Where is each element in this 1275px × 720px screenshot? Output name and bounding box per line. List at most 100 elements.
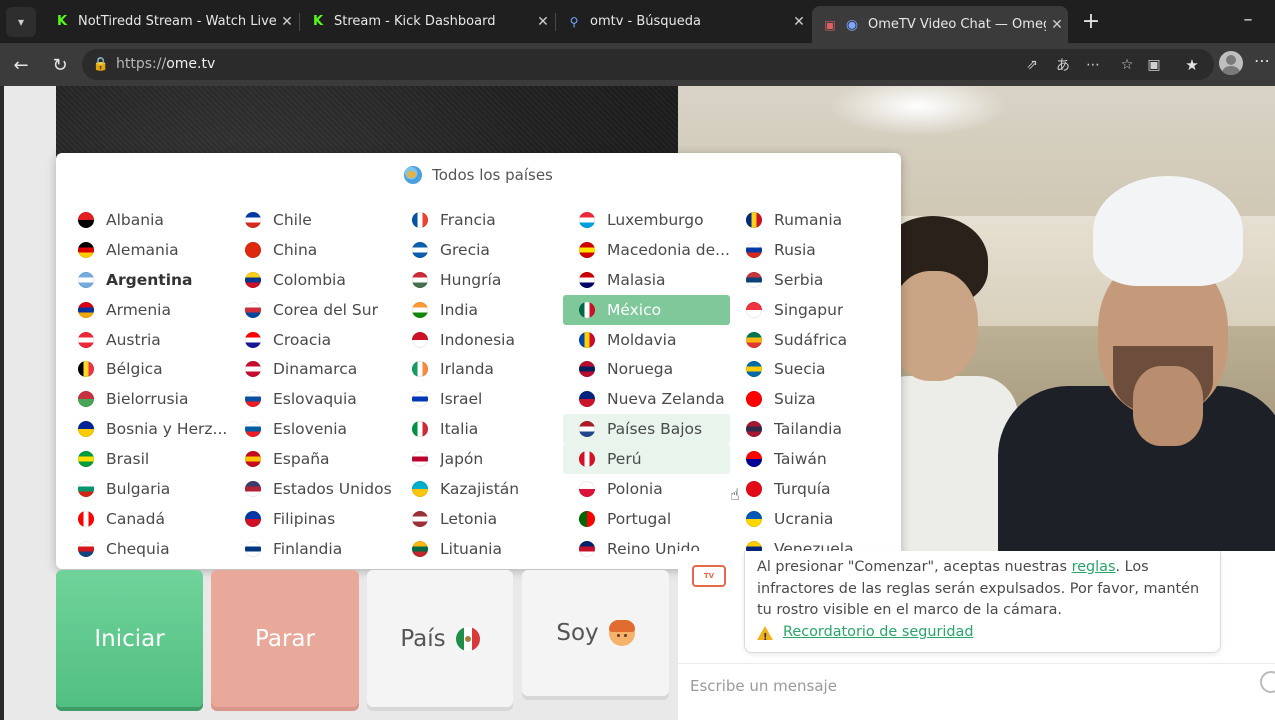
country-option[interactable]: Dinamarca [229, 354, 396, 384]
country-option[interactable]: Malasia [563, 265, 730, 295]
country-option[interactable]: Irlanda [396, 354, 563, 384]
tab-close-icon[interactable]: ✕ [788, 14, 810, 30]
country-option[interactable]: Luxemburgo [563, 205, 730, 235]
translate-icon[interactable]: あ [1052, 54, 1074, 76]
country-option[interactable]: Indonesia [396, 325, 563, 355]
country-option[interactable]: Rumania [730, 205, 897, 235]
browser-toolbar: ← ↻ 🔒 https://ome.tv ⇗ あ ⋯ ☆ ▣ ★ ⋯ [0, 43, 1275, 86]
tab-kick-dashboard[interactable]: K Stream - Kick Dashboard ✕ [300, 5, 554, 38]
country-option[interactable]: Rusia [730, 235, 897, 265]
country-option[interactable]: Ucrania [730, 504, 897, 534]
country-flag-icon [412, 451, 428, 468]
country-option[interactable]: Perú [563, 444, 730, 475]
country-option[interactable]: Colombia [229, 265, 396, 295]
country-option[interactable]: Serbia [730, 265, 897, 295]
country-option[interactable]: Turquía [730, 474, 897, 504]
settings-more-icon[interactable]: ⋯ [1254, 51, 1270, 70]
more-tools-icon[interactable]: ⋯ [1082, 54, 1104, 76]
country-option[interactable]: Sudáfrica [730, 325, 897, 355]
url-text[interactable]: https://ome.tv [116, 56, 215, 72]
country-option[interactable]: Polonia [563, 474, 730, 504]
new-tab-plus-icon[interactable]: + [1078, 8, 1104, 34]
country-option[interactable]: Macedonia de... [563, 235, 730, 265]
reload-icon[interactable]: ↻ [47, 52, 73, 78]
country-option[interactable]: Grecia [396, 235, 563, 265]
country-option[interactable]: Bosnia y Herz... [62, 414, 229, 444]
tab-close-icon[interactable]: ✕ [532, 14, 554, 30]
country-option[interactable]: Noruega [563, 354, 730, 384]
favorite-star-icon[interactable]: ☆ [1116, 54, 1138, 76]
country-option[interactable]: Croacia [229, 325, 396, 355]
country-option[interactable]: Armenia [62, 295, 229, 325]
country-option[interactable]: Finlandia [229, 534, 396, 564]
message-input[interactable]: Escribe un mensaje [678, 663, 1275, 707]
country-option[interactable]: Canadá [62, 504, 229, 534]
country-option[interactable]: Estados Unidos [229, 474, 396, 504]
all-countries-option[interactable]: Todos los países [56, 153, 901, 197]
country-option[interactable]: Taiwán [730, 444, 897, 474]
country-option[interactable]: Kazajistán [396, 474, 563, 504]
country-option[interactable]: Filipinas [229, 504, 396, 534]
country-option[interactable]: Austria [62, 325, 229, 355]
country-option[interactable]: Hungría [396, 265, 563, 295]
country-option[interactable]: Japón [396, 444, 563, 474]
profile-avatar[interactable] [1219, 51, 1243, 75]
country-option[interactable]: Moldavia [563, 325, 730, 355]
tab-close-icon[interactable]: ✕ [1046, 17, 1068, 33]
window-minimize-icon[interactable]: – [1236, 9, 1260, 33]
country-option[interactable]: Chequia [62, 534, 229, 564]
country-option[interactable]: Países Bajos [563, 414, 730, 445]
country-option[interactable]: Nueva Zelanda [563, 384, 730, 414]
tab-ometv-video-chat[interactable]: ▣ ◉ OmeTV Video Chat — Omegle ✕ [812, 6, 1068, 43]
country-option[interactable]: México [563, 294, 730, 325]
country-option[interactable]: China [229, 235, 396, 265]
back-arrow-icon[interactable]: ← [8, 52, 34, 78]
country-flag-icon [746, 361, 762, 378]
tab-nottiredd-stream[interactable]: K NotTiredd Stream - Watch Live on ✕ [44, 5, 298, 38]
country-option[interactable]: Italia [396, 414, 563, 444]
country-option[interactable]: Bulgaria [62, 474, 229, 504]
gender-filter-button[interactable]: Soy [522, 570, 669, 696]
country-option[interactable]: Francia [396, 205, 563, 235]
country-option[interactable]: Singapur [730, 295, 897, 325]
ceiling-light [828, 86, 1008, 136]
country-flag-icon [245, 391, 261, 408]
favorites-list-icon[interactable]: ★ [1179, 52, 1205, 78]
country-option[interactable]: Alemania [62, 235, 229, 265]
country-filter-button[interactable]: País [367, 570, 513, 707]
country-option[interactable]: Tailandia [730, 414, 897, 444]
country-option[interactable]: Albania [62, 205, 229, 235]
country-option[interactable]: Chile [229, 205, 396, 235]
country-flag-icon [412, 540, 428, 557]
country-option[interactable]: Israel [396, 384, 563, 414]
country-option[interactable]: Brasil [62, 444, 229, 474]
country-option[interactable]: Bélgica [62, 354, 229, 384]
country-option[interactable]: Suiza [730, 384, 897, 414]
emoji-smiley-icon[interactable] [1260, 671, 1275, 693]
country-option[interactable]: España [229, 444, 396, 474]
safety-reminder-link[interactable]: Recordatorio de seguridad [783, 622, 973, 644]
mouse-pointer-icon: ☝ [730, 485, 740, 504]
country-option[interactable]: Eslovenia [229, 414, 396, 444]
country-option[interactable]: India [396, 295, 563, 325]
tab-close-icon[interactable]: ✕ [276, 14, 298, 30]
open-in-app-icon[interactable]: ⇗ [1021, 54, 1043, 76]
tab-actions-chevron-icon[interactable]: ▾ [6, 7, 36, 37]
rules-link[interactable]: reglas [1072, 559, 1116, 575]
country-option[interactable]: Suecia [730, 354, 897, 384]
address-bar[interactable]: 🔒 https://ome.tv ⇗ あ ⋯ ☆ ▣ [82, 49, 1214, 80]
country-option[interactable]: Bielorrusia [62, 384, 229, 414]
country-flag-icon [579, 271, 595, 288]
camera-in-use-icon[interactable]: ▣ [1143, 54, 1165, 76]
stop-button[interactable]: Parar [211, 570, 359, 707]
lock-icon[interactable]: 🔒 [92, 55, 110, 73]
tab-omtv-search[interactable]: ⚲ omtv - Búsqueda ✕ [556, 5, 810, 38]
country-option[interactable]: Argentina [62, 265, 229, 295]
country-flag-icon [78, 241, 94, 258]
start-button[interactable]: Iniciar [56, 570, 203, 707]
country-option[interactable]: Portugal [563, 504, 730, 534]
country-option[interactable]: Letonia [396, 504, 563, 534]
country-option[interactable]: Eslovaquia [229, 384, 396, 414]
country-option[interactable]: Lituania [396, 534, 563, 564]
country-option[interactable]: Corea del Sur [229, 295, 396, 325]
